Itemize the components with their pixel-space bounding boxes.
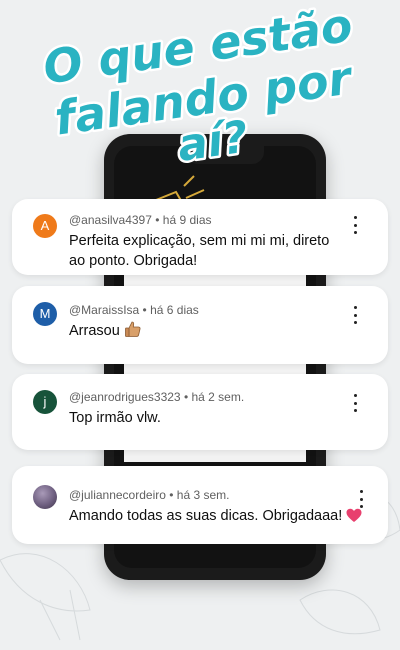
meta-separator: • [169, 488, 174, 502]
meta-separator: • [155, 213, 160, 227]
more-vert-icon[interactable] [352, 394, 358, 412]
comment-meta: @juliannecordeiro • há 3 sem. [69, 488, 230, 502]
comment-text: Amando todas as suas dicas. Obrigadaaa! [69, 508, 343, 524]
username[interactable]: @anasilva4397 [69, 213, 152, 227]
avatar[interactable] [33, 485, 57, 509]
thumbs-up-icon [124, 321, 141, 337]
meta-separator: • [142, 303, 147, 317]
timestamp: há 9 dias [162, 213, 212, 227]
comment-text: Arrasou [69, 323, 120, 339]
comment-card: @juliannecordeiro • há 3 sem. Amando tod… [12, 466, 388, 544]
comment-meta: @jeanrodrigues3323 • há 2 sem. [69, 390, 244, 404]
avatar[interactable]: A [33, 214, 57, 238]
timestamp: há 3 sem. [176, 488, 230, 502]
more-vert-icon[interactable] [358, 490, 364, 508]
username[interactable]: @MaraissIsa [69, 303, 139, 317]
username[interactable]: @jeanrodrigues3323 [69, 390, 181, 404]
comment-card: M @MaraissIsa • há 6 dias Arrasou [12, 286, 388, 364]
heart-icon [346, 508, 362, 522]
more-vert-icon[interactable] [352, 306, 358, 324]
comment-meta: @anasilva4397 • há 9 dias [69, 213, 212, 227]
more-vert-icon[interactable] [352, 216, 358, 234]
comment-text: Perfeita explicação, sem mi mi mi, diret… [69, 233, 330, 269]
avatar[interactable]: j [33, 390, 57, 414]
comment-card: A @anasilva4397 • há 9 dias Perfeita exp… [12, 199, 388, 275]
comment-meta: @MaraissIsa • há 6 dias [69, 303, 199, 317]
timestamp: há 2 sem. [191, 390, 245, 404]
comment-text-row: Arrasou [69, 320, 340, 341]
headline-line-3: aí? [175, 111, 252, 170]
headline: O que estão falando por aí? [37, 0, 360, 170]
comment-card: j @jeanrodrigues3323 • há 2 sem. Top irm… [12, 374, 388, 450]
username[interactable]: @juliannecordeiro [69, 488, 166, 502]
timestamp: há 6 dias [150, 303, 199, 317]
comment-text: Top irmão vlw. [69, 410, 161, 426]
meta-separator: • [183, 390, 189, 404]
comment-text-row: Amando todas as suas dicas. Obrigadaaa! [69, 506, 368, 526]
avatar[interactable]: M [33, 302, 57, 326]
